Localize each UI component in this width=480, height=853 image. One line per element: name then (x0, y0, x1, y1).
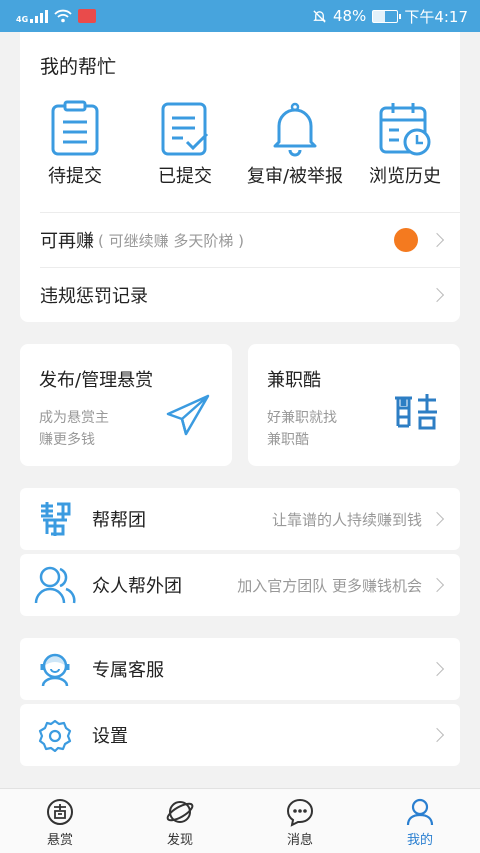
chevron-right-icon (429, 232, 445, 248)
tab-mine[interactable]: 我的 (360, 789, 480, 853)
bangbang-team-row[interactable]: 帮帮团 让靠谱的人持续赚到钱 (20, 488, 460, 550)
bell-icon (273, 102, 317, 157)
paper-plane-icon (166, 394, 210, 436)
chevron-right-icon (429, 287, 445, 303)
publish-title: 发布/管理悬赏 (39, 370, 154, 391)
help-item-review[interactable]: 复审/被举报 (240, 100, 350, 188)
external-team-desc: 加入官方团队 更多赚钱机会 (237, 576, 422, 595)
help-item-label: 已提交 (158, 166, 212, 187)
signal-icon (30, 9, 49, 23)
chevron-right-icon (429, 577, 445, 593)
tab-label: 发现 (166, 833, 193, 848)
tab-messages[interactable]: 消息 (240, 789, 360, 853)
network-type: 4G (16, 14, 29, 24)
customer-service-title: 专属客服 (92, 660, 164, 681)
help-item-label: 待提交 (48, 166, 102, 187)
app-notification-icon (78, 9, 97, 23)
earn-again-row[interactable]: 可再赚 ( 可继续赚 多天阶梯 ) (20, 213, 460, 267)
gear-icon (34, 714, 76, 756)
tab-label: 悬赏 (46, 833, 73, 848)
earn-again-subtitle: ( 可继续赚 多天阶梯 ) (98, 231, 245, 250)
help-item-label: 浏览历史 (369, 166, 441, 187)
tab-label: 我的 (406, 833, 433, 848)
orange-dot-badge (394, 228, 418, 252)
jianzhiku-logo (395, 394, 437, 430)
violation-record-title: 违规惩罚记录 (40, 286, 148, 307)
help-item-submitted[interactable]: 已提交 (130, 100, 240, 188)
document-check-icon (161, 102, 209, 156)
violation-record-row[interactable]: 违规惩罚记录 (20, 268, 460, 322)
reward-icon (47, 799, 73, 825)
section-title: 我的帮忙 (40, 56, 117, 78)
settings-title: 设置 (92, 726, 128, 747)
users-icon (34, 564, 76, 606)
chevron-right-icon (429, 661, 445, 677)
help-grid: 待提交 已提交 复审/被举报 浏览历史 (20, 100, 460, 188)
my-help-card: 我的帮忙 待提交 已提交 复审/被举报 浏览历史 可再赚 ( 可继续赚 多天阶梯… (20, 32, 460, 322)
battery-percent: 48% (332, 7, 367, 25)
jianzhiku-desc: 好兼职就找 兼职酷 (267, 410, 337, 448)
calendar-clock-icon (379, 103, 431, 156)
clock: 下午4:17 (404, 7, 468, 26)
publish-reward-card[interactable]: 发布/管理悬赏 成为悬赏主 赚更多钱 (20, 344, 232, 466)
help-item-label: 复审/被举报 (246, 166, 344, 187)
chevron-right-icon (429, 727, 445, 743)
customer-service-row[interactable]: 专属客服 (20, 638, 460, 700)
chat-bubble-icon (286, 798, 314, 827)
bottom-tab-bar: 悬赏 发现 消息 我的 (0, 788, 480, 853)
external-team-title: 众人帮外团 (92, 576, 182, 597)
help-item-pending[interactable]: 待提交 (20, 100, 130, 188)
battery-icon (372, 9, 402, 23)
chevron-right-icon (429, 511, 445, 527)
mute-bell-icon (313, 9, 326, 23)
wifi-icon (54, 9, 72, 23)
jianzhiku-title: 兼职酷 (267, 370, 321, 391)
bang-logo-icon (34, 498, 76, 540)
help-item-history[interactable]: 浏览历史 (350, 100, 460, 188)
planet-icon (166, 801, 194, 823)
settings-row[interactable]: 设置 (20, 704, 460, 766)
earn-again-title: 可再赚 (40, 231, 94, 252)
tab-discover[interactable]: 发现 (120, 789, 240, 853)
bangbang-team-desc: 让靠谱的人持续赚到钱 (271, 510, 422, 529)
customer-service-icon (34, 648, 76, 690)
bangbang-team-title: 帮帮团 (92, 510, 146, 531)
tab-label: 消息 (286, 833, 313, 848)
clipboard-list-icon (51, 100, 99, 156)
user-icon (406, 798, 434, 826)
jianzhiku-card[interactable]: 兼职酷 好兼职就找 兼职酷 (248, 344, 460, 466)
publish-desc: 成为悬赏主 赚更多钱 (39, 410, 109, 448)
status-bar: 4G 48% 下午4:17 (0, 0, 480, 32)
external-team-row[interactable]: 众人帮外团 加入官方团队 更多赚钱机会 (20, 554, 460, 616)
tab-reward[interactable]: 悬赏 (0, 789, 120, 853)
